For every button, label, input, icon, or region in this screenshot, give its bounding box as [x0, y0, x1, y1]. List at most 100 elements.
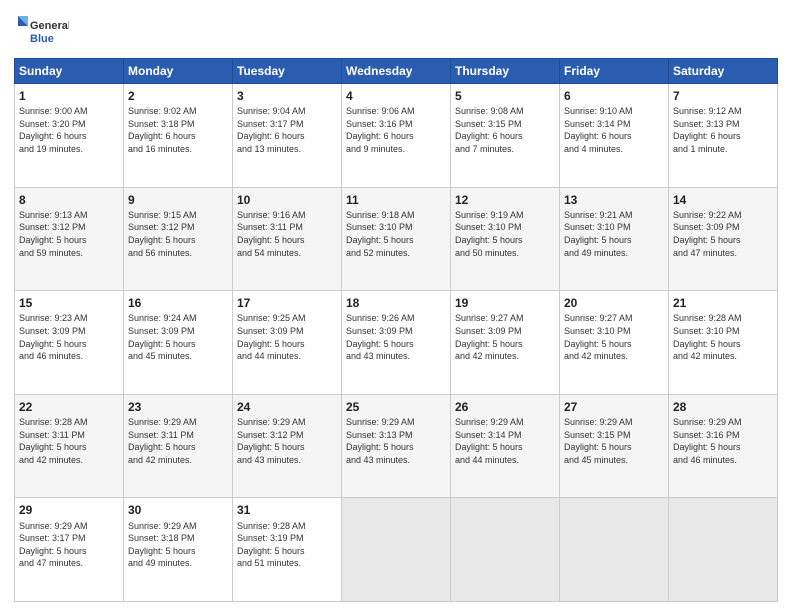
day-number: 3: [237, 88, 337, 104]
calendar-cell: 3Sunrise: 9:04 AM Sunset: 3:17 PM Daylig…: [233, 84, 342, 188]
calendar-cell: 10Sunrise: 9:16 AM Sunset: 3:11 PM Dayli…: [233, 187, 342, 291]
day-detail: Sunrise: 9:00 AM Sunset: 3:20 PM Dayligh…: [19, 105, 119, 155]
day-number: 29: [19, 502, 119, 518]
day-number: 11: [346, 192, 446, 208]
day-detail: Sunrise: 9:02 AM Sunset: 3:18 PM Dayligh…: [128, 105, 228, 155]
calendar-header: SundayMondayTuesdayWednesdayThursdayFrid…: [15, 59, 778, 84]
calendar-cell: 25Sunrise: 9:29 AM Sunset: 3:13 PM Dayli…: [342, 394, 451, 498]
calendar-cell: 30 Sunrise: 9:29 AM Sunset: 3:18 PM Dayli…: [124, 498, 233, 602]
day-number: 9: [128, 192, 228, 208]
calendar-cell: 1Sunrise: 9:00 AM Sunset: 3:20 PM Daylig…: [15, 84, 124, 188]
day-number: 15: [19, 295, 119, 311]
day-detail: Sunrise: 9:28 AM Sunset: 3:19 PM Dayligh…: [237, 520, 337, 570]
day-detail: Sunrise: 9:18 AM Sunset: 3:10 PM Dayligh…: [346, 209, 446, 259]
calendar-cell: 9Sunrise: 9:15 AM Sunset: 3:12 PM Daylig…: [124, 187, 233, 291]
calendar-cell: 29 Sunrise: 9:29 AM Sunset: 3:17 PM Dayli…: [15, 498, 124, 602]
day-detail: Sunrise: 9:19 AM Sunset: 3:10 PM Dayligh…: [455, 209, 555, 259]
calendar-cell: 27Sunrise: 9:29 AM Sunset: 3:15 PM Dayli…: [560, 394, 669, 498]
calendar-cell: 7Sunrise: 9:12 AM Sunset: 3:13 PM Daylig…: [669, 84, 778, 188]
day-number: 14: [673, 192, 773, 208]
calendar-cell: 4Sunrise: 9:06 AM Sunset: 3:16 PM Daylig…: [342, 84, 451, 188]
calendar-cell: 5Sunrise: 9:08 AM Sunset: 3:15 PM Daylig…: [451, 84, 560, 188]
day-detail: Sunrise: 9:28 AM Sunset: 3:10 PM Dayligh…: [673, 312, 773, 362]
day-number: 30: [128, 502, 228, 518]
day-detail: Sunrise: 9:08 AM Sunset: 3:15 PM Dayligh…: [455, 105, 555, 155]
day-number: 24: [237, 399, 337, 415]
calendar-cell: 19Sunrise: 9:27 AM Sunset: 3:09 PM Dayli…: [451, 291, 560, 395]
day-number: 5: [455, 88, 555, 104]
day-number: 7: [673, 88, 773, 104]
calendar-cell: 8Sunrise: 9:13 AM Sunset: 3:12 PM Daylig…: [15, 187, 124, 291]
calendar-cell: 15Sunrise: 9:23 AM Sunset: 3:09 PM Dayli…: [15, 291, 124, 395]
day-detail: Sunrise: 9:22 AM Sunset: 3:09 PM Dayligh…: [673, 209, 773, 259]
calendar-cell: 26Sunrise: 9:29 AM Sunset: 3:14 PM Dayli…: [451, 394, 560, 498]
day-number: 21: [673, 295, 773, 311]
day-number: 22: [19, 399, 119, 415]
day-number: 19: [455, 295, 555, 311]
calendar-cell: [669, 498, 778, 602]
day-detail: Sunrise: 9:06 AM Sunset: 3:16 PM Dayligh…: [346, 105, 446, 155]
day-number: 13: [564, 192, 664, 208]
calendar-cell: 12Sunrise: 9:19 AM Sunset: 3:10 PM Dayli…: [451, 187, 560, 291]
day-number: 18: [346, 295, 446, 311]
day-detail: Sunrise: 9:29 AM Sunset: 3:12 PM Dayligh…: [237, 416, 337, 466]
calendar-cell: 21Sunrise: 9:28 AM Sunset: 3:10 PM Dayli…: [669, 291, 778, 395]
calendar-cell: [342, 498, 451, 602]
calendar-cell: 16Sunrise: 9:24 AM Sunset: 3:09 PM Dayli…: [124, 291, 233, 395]
day-number: 6: [564, 88, 664, 104]
logo: General Blue: [14, 12, 69, 50]
header-day-friday: Friday: [560, 59, 669, 84]
week-row-1: 1Sunrise: 9:00 AM Sunset: 3:20 PM Daylig…: [15, 84, 778, 188]
day-number: 26: [455, 399, 555, 415]
logo-svg: General Blue: [14, 12, 69, 50]
day-detail: Sunrise: 9:29 AM Sunset: 3:17 PM Dayligh…: [19, 520, 119, 570]
header-day-monday: Monday: [124, 59, 233, 84]
week-row-4: 22Sunrise: 9:28 AM Sunset: 3:11 PM Dayli…: [15, 394, 778, 498]
day-number: 31: [237, 502, 337, 518]
day-detail: Sunrise: 9:15 AM Sunset: 3:12 PM Dayligh…: [128, 209, 228, 259]
day-detail: Sunrise: 9:29 AM Sunset: 3:13 PM Dayligh…: [346, 416, 446, 466]
day-number: 23: [128, 399, 228, 415]
day-number: 20: [564, 295, 664, 311]
day-detail: Sunrise: 9:10 AM Sunset: 3:14 PM Dayligh…: [564, 105, 664, 155]
day-number: 25: [346, 399, 446, 415]
calendar-cell: 31 Sunrise: 9:28 AM Sunset: 3:19 PM Dayli…: [233, 498, 342, 602]
day-detail: Sunrise: 9:29 AM Sunset: 3:11 PM Dayligh…: [128, 416, 228, 466]
day-detail: Sunrise: 9:29 AM Sunset: 3:18 PM Dayligh…: [128, 520, 228, 570]
calendar-cell: 24Sunrise: 9:29 AM Sunset: 3:12 PM Dayli…: [233, 394, 342, 498]
calendar-cell: 22Sunrise: 9:28 AM Sunset: 3:11 PM Dayli…: [15, 394, 124, 498]
calendar-cell: [560, 498, 669, 602]
week-row-2: 8Sunrise: 9:13 AM Sunset: 3:12 PM Daylig…: [15, 187, 778, 291]
header-day-tuesday: Tuesday: [233, 59, 342, 84]
calendar-cell: 28Sunrise: 9:29 AM Sunset: 3:16 PM Dayli…: [669, 394, 778, 498]
header-day-saturday: Saturday: [669, 59, 778, 84]
day-detail: Sunrise: 9:24 AM Sunset: 3:09 PM Dayligh…: [128, 312, 228, 362]
day-number: 12: [455, 192, 555, 208]
day-detail: Sunrise: 9:29 AM Sunset: 3:15 PM Dayligh…: [564, 416, 664, 466]
svg-text:General: General: [30, 20, 69, 32]
day-number: 10: [237, 192, 337, 208]
header-day-sunday: Sunday: [15, 59, 124, 84]
day-detail: Sunrise: 9:29 AM Sunset: 3:16 PM Dayligh…: [673, 416, 773, 466]
day-detail: Sunrise: 9:27 AM Sunset: 3:10 PM Dayligh…: [564, 312, 664, 362]
calendar-cell: 2Sunrise: 9:02 AM Sunset: 3:18 PM Daylig…: [124, 84, 233, 188]
calendar-cell: 14Sunrise: 9:22 AM Sunset: 3:09 PM Dayli…: [669, 187, 778, 291]
day-detail: Sunrise: 9:25 AM Sunset: 3:09 PM Dayligh…: [237, 312, 337, 362]
header-row: SundayMondayTuesdayWednesdayThursdayFrid…: [15, 59, 778, 84]
week-row-5: 29 Sunrise: 9:29 AM Sunset: 3:17 PM Dayli…: [15, 498, 778, 602]
calendar-cell: 23Sunrise: 9:29 AM Sunset: 3:11 PM Dayli…: [124, 394, 233, 498]
calendar-cell: 18Sunrise: 9:26 AM Sunset: 3:09 PM Dayli…: [342, 291, 451, 395]
day-detail: Sunrise: 9:13 AM Sunset: 3:12 PM Dayligh…: [19, 209, 119, 259]
day-detail: Sunrise: 9:26 AM Sunset: 3:09 PM Dayligh…: [346, 312, 446, 362]
calendar-cell: 6Sunrise: 9:10 AM Sunset: 3:14 PM Daylig…: [560, 84, 669, 188]
calendar: SundayMondayTuesdayWednesdayThursdayFrid…: [14, 58, 778, 602]
day-detail: Sunrise: 9:27 AM Sunset: 3:09 PM Dayligh…: [455, 312, 555, 362]
day-number: 4: [346, 88, 446, 104]
day-detail: Sunrise: 9:28 AM Sunset: 3:11 PM Dayligh…: [19, 416, 119, 466]
calendar-cell: 11Sunrise: 9:18 AM Sunset: 3:10 PM Dayli…: [342, 187, 451, 291]
calendar-cell: [451, 498, 560, 602]
day-number: 16: [128, 295, 228, 311]
day-detail: Sunrise: 9:21 AM Sunset: 3:10 PM Dayligh…: [564, 209, 664, 259]
header: General Blue: [14, 12, 778, 50]
day-number: 27: [564, 399, 664, 415]
